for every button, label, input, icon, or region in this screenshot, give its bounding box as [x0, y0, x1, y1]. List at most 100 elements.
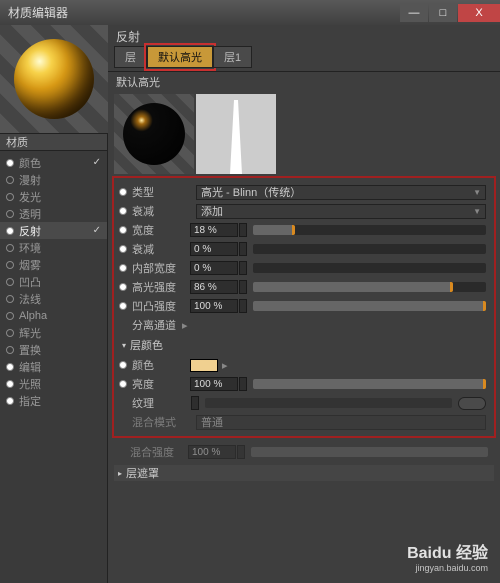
channel-指定[interactable]: 指定	[0, 392, 107, 409]
channel-label: 编辑	[19, 359, 101, 375]
brightness-label: 亮度	[132, 376, 190, 392]
channel-环境[interactable]: 环境	[0, 239, 107, 256]
param-spinner[interactable]	[239, 223, 247, 237]
channel-置换[interactable]: 置换	[0, 341, 107, 358]
channel-光照[interactable]: 光照	[0, 375, 107, 392]
type-row: 类型 高光 - Blinn（传统） ▼	[116, 183, 492, 201]
channel-编辑[interactable]: 编辑	[0, 358, 107, 375]
maximize-button[interactable]: □	[429, 4, 457, 22]
layer-mask-header[interactable]: ▸ 层遮罩	[114, 465, 494, 481]
atten-row: 衰减 添加 ▼	[116, 202, 492, 220]
param-spinner[interactable]	[239, 261, 247, 275]
param-dot-icon	[119, 245, 127, 253]
channel-label: 反射	[19, 223, 93, 239]
texture-field[interactable]	[205, 398, 452, 408]
param-slider[interactable]	[253, 263, 486, 273]
left-panel: 颜色 ✓ 漫射 发光 透明 反射 ✓ 环境 烟雾 凹凸 法线 Alpha 辉光 …	[0, 25, 108, 583]
texture-row: 纹理	[116, 394, 492, 412]
brightness-input[interactable]	[190, 377, 238, 391]
check-icon: ✓	[93, 225, 101, 236]
channel-发光[interactable]: 发光	[0, 188, 107, 205]
param-label: 高光强度	[132, 279, 190, 295]
param-slider[interactable]	[253, 244, 486, 254]
channel-Alpha[interactable]: Alpha	[0, 307, 107, 324]
channel-dot-icon	[6, 295, 14, 303]
brightness-row: 亮度	[116, 375, 492, 393]
color-dot-icon	[119, 361, 127, 369]
channel-颜色[interactable]: 颜色 ✓	[0, 154, 107, 171]
brightness-spinner[interactable]	[239, 377, 247, 391]
param-row-衰减: 衰减	[116, 240, 492, 258]
blend-value: 普通	[201, 414, 223, 430]
param-spinner[interactable]	[239, 242, 247, 256]
param-input[interactable]	[190, 242, 238, 256]
channel-辉光[interactable]: 辉光	[0, 324, 107, 341]
param-input[interactable]	[190, 223, 238, 237]
param-input[interactable]	[190, 280, 238, 294]
brightness-slider[interactable]	[253, 379, 486, 389]
channel-dot-icon	[6, 346, 14, 354]
color-swatch[interactable]	[190, 359, 218, 372]
tab-default-specular[interactable]: 默认高光	[147, 46, 213, 68]
tab-layer1[interactable]: 层1	[213, 46, 252, 68]
channel-dot-icon	[6, 363, 14, 371]
separate-channels-label: 分离通道	[132, 317, 176, 333]
channel-dot-icon	[6, 380, 14, 388]
mix-input	[188, 445, 236, 459]
param-spinner[interactable]	[239, 299, 247, 313]
chevron-down-icon: ▼	[473, 188, 481, 197]
param-spinner[interactable]	[239, 280, 247, 294]
channel-透明[interactable]: 透明	[0, 205, 107, 222]
material-name-input[interactable]	[6, 136, 107, 148]
texture-spinner[interactable]	[191, 396, 199, 410]
texture-browse-button[interactable]	[458, 397, 486, 410]
titlebar: 材质编辑器 — □ X	[0, 0, 500, 25]
channel-label: 颜色	[19, 155, 93, 171]
specular-curve-preview[interactable]	[196, 94, 276, 174]
close-button[interactable]: X	[458, 4, 500, 22]
blend-dropdown: 普通	[196, 415, 486, 430]
tab-layers[interactable]: 层	[114, 46, 147, 68]
material-name-field[interactable]	[0, 133, 107, 151]
mix-slider	[251, 447, 488, 457]
minimize-button[interactable]: —	[400, 4, 428, 22]
param-dot-icon	[119, 226, 127, 234]
channel-法线[interactable]: 法线	[0, 290, 107, 307]
color-row: 颜色 ▸	[116, 356, 492, 374]
channel-反射[interactable]: 反射 ✓	[0, 222, 107, 239]
watermark-url: jingyan.baidu.com	[407, 563, 488, 573]
channel-label: Alpha	[19, 310, 101, 322]
watermark-brand: Baidu 经验	[407, 539, 488, 563]
param-row-内部宽度: 内部宽度	[116, 259, 492, 277]
param-input[interactable]	[190, 299, 238, 313]
material-preview[interactable]	[0, 25, 108, 133]
param-dot-icon	[119, 283, 127, 291]
watermark: Baidu 经验 jingyan.baidu.com	[407, 539, 488, 573]
layer-preview-sphere[interactable]	[114, 94, 194, 174]
param-slider[interactable]	[253, 301, 486, 311]
atten-dot-icon	[119, 207, 127, 215]
channel-label: 透明	[19, 206, 101, 222]
brightness-dot-icon	[119, 380, 127, 388]
channel-烟雾[interactable]: 烟雾	[0, 256, 107, 273]
param-slider[interactable]	[253, 225, 486, 235]
layer-color-header[interactable]: ▾ 层颜色	[116, 335, 492, 355]
param-slider[interactable]	[253, 282, 486, 292]
chevron-right-icon[interactable]: ▸	[222, 359, 228, 372]
layer-color-label: 层颜色	[130, 337, 163, 353]
layer-sphere-icon	[123, 103, 185, 165]
channel-漫射[interactable]: 漫射	[0, 171, 107, 188]
param-label: 凹凸强度	[132, 298, 190, 314]
atten-dropdown[interactable]: 添加 ▼	[196, 204, 486, 219]
channel-list: 颜色 ✓ 漫射 发光 透明 反射 ✓ 环境 烟雾 凹凸 法线 Alpha 辉光 …	[0, 151, 107, 412]
preview-sphere-icon	[14, 39, 94, 119]
param-input[interactable]	[190, 261, 238, 275]
channel-dot-icon	[6, 210, 14, 218]
chevron-right-icon[interactable]: ▸	[182, 319, 188, 332]
main-layout: 颜色 ✓ 漫射 发光 透明 反射 ✓ 环境 烟雾 凹凸 法线 Alpha 辉光 …	[0, 25, 500, 583]
type-dropdown[interactable]: 高光 - Blinn（传统） ▼	[196, 185, 486, 200]
channel-凹凸[interactable]: 凹凸	[0, 273, 107, 290]
chevron-down-icon: ▼	[473, 207, 481, 216]
param-row-凹凸强度: 凹凸强度	[116, 297, 492, 315]
param-row-宽度: 宽度	[116, 221, 492, 239]
